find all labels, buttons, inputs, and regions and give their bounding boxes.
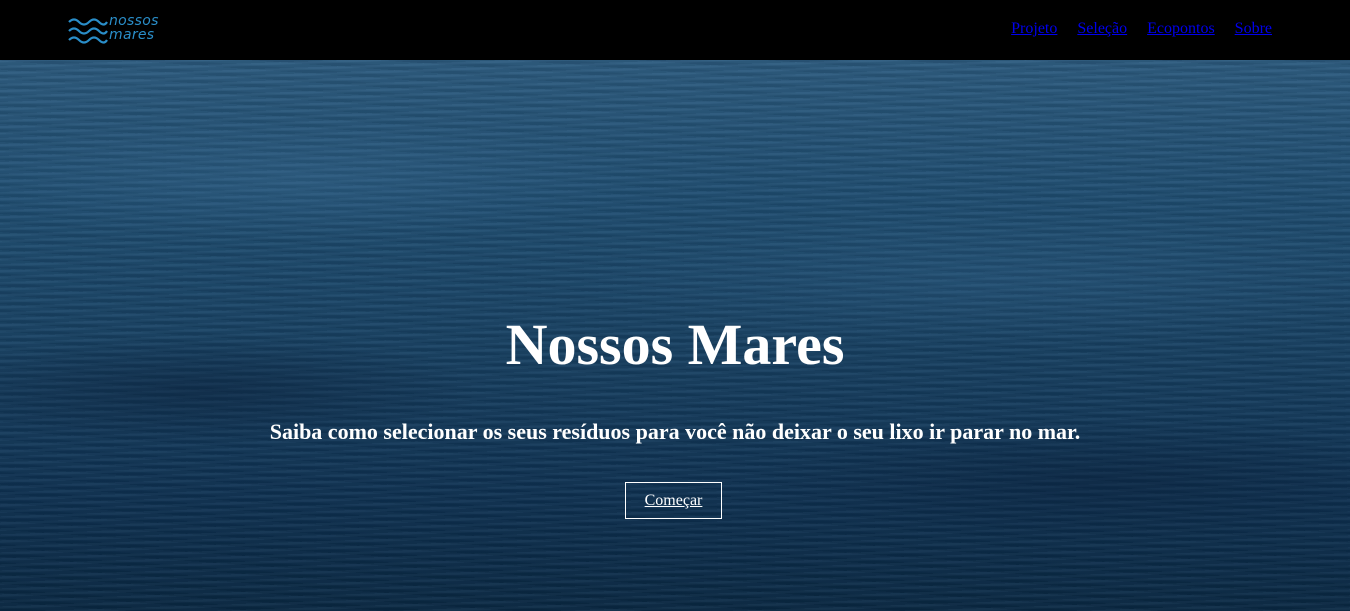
nav-links: Projeto Seleção Ecopontos Sobre (1011, 20, 1272, 38)
logo-line2: mares (109, 27, 155, 43)
hero-title: Nossos Mares (505, 312, 845, 377)
nav-link-ecopontos[interactable]: Ecopontos (1147, 20, 1215, 38)
start-button[interactable]: Começar (625, 482, 722, 519)
navbar: nossos mares Projeto Seleção Ecopontos S… (0, 0, 1350, 60)
nav-link-projeto[interactable]: Projeto (1011, 20, 1057, 38)
hero-subtitle: Saiba como selecionar os seus resíduos p… (269, 419, 1081, 444)
logo[interactable]: nossos mares (68, 14, 168, 48)
page: nossos mares Projeto Seleção Ecopontos S… (0, 0, 1350, 611)
logo-text: nossos mares (109, 14, 159, 42)
nav-link-selecao[interactable]: Seleção (1077, 20, 1127, 38)
logo-line1: nossos (109, 13, 159, 29)
waves-icon (68, 18, 108, 44)
nav-link-sobre[interactable]: Sobre (1235, 20, 1272, 38)
hero-section: Nossos Mares Saiba como selecionar os se… (0, 60, 1350, 611)
